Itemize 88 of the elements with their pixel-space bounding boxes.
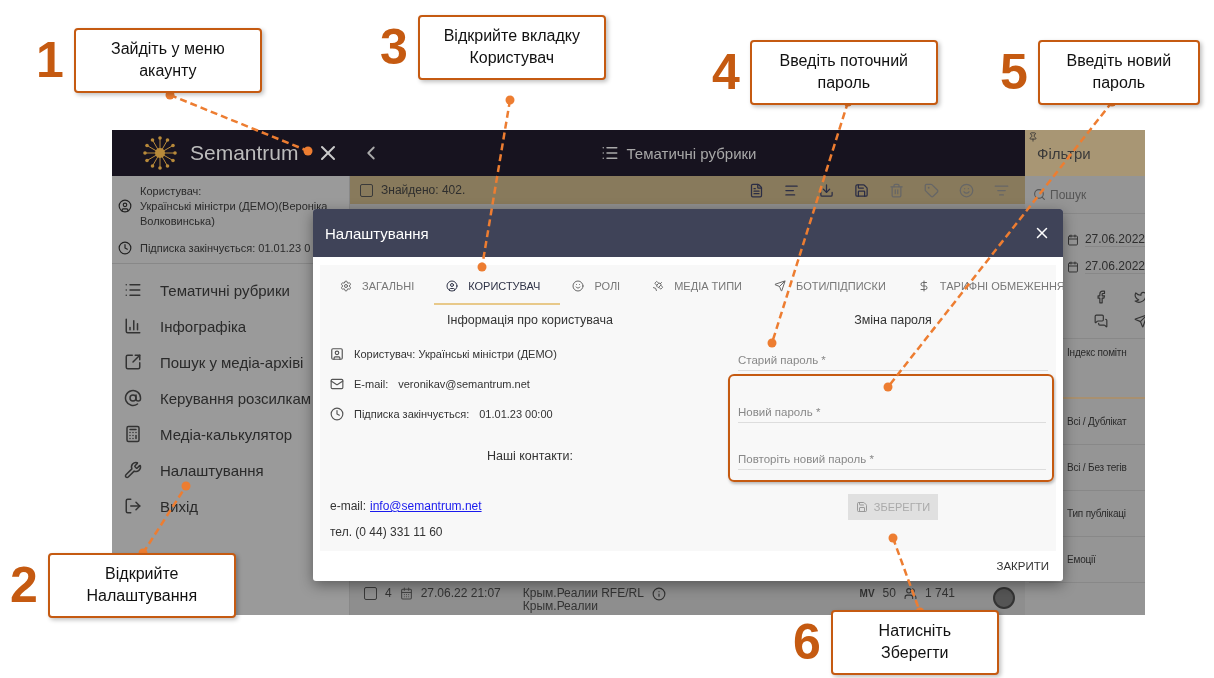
- filters-title: Фільтри: [1037, 145, 1091, 162]
- dollar-icon: [917, 280, 930, 292]
- step-number: 3: [380, 22, 408, 73]
- menu-item[interactable]: Налаштування: [112, 452, 349, 489]
- paper-plane-icon[interactable]: [1134, 314, 1145, 328]
- row-date: 27.06.22 21:07: [420, 587, 501, 600]
- mv-label: MV: [859, 587, 875, 600]
- calendar-icon: [399, 587, 413, 600]
- found-count: Знайдено: 402.: [381, 183, 466, 197]
- mail-icon: [330, 377, 344, 391]
- save-icon[interactable]: [854, 182, 869, 198]
- checkbox[interactable]: [360, 183, 373, 197]
- clock-icon: [118, 240, 132, 255]
- facebook-icon[interactable]: [1094, 290, 1108, 304]
- callout-text: Відкрийте Налаштування: [47, 553, 236, 618]
- password-field[interactable]: Старий пароль *: [738, 349, 1048, 371]
- logo-text: Semantrum: [190, 141, 299, 165]
- download-icon[interactable]: [819, 182, 834, 198]
- clock-icon: [330, 407, 344, 421]
- tab[interactable]: КОРИСТУВАЧ: [434, 269, 561, 305]
- step-number: 1: [36, 35, 64, 86]
- info-icon: [651, 587, 666, 601]
- calendar-icon: [1067, 232, 1079, 247]
- user-label: Користувач:: [140, 184, 203, 199]
- source-name: Крым.Реалии RFE/RL: [522, 587, 644, 600]
- callout-text: Натисніть Зберегти: [830, 610, 999, 675]
- step-number: 2: [10, 560, 38, 611]
- tab[interactable]: МЕДІА ТИПИ: [640, 269, 763, 305]
- step-number: 4: [712, 47, 740, 98]
- calendar-icon: [1067, 259, 1079, 274]
- header-title: Тематичні рубрики: [626, 144, 757, 162]
- phone-text: тел. (0 44) 331 11 60: [330, 525, 443, 539]
- email-link[interactable]: info@semantrum.net: [370, 499, 482, 513]
- section-title: Інформація про користувача: [447, 313, 613, 327]
- tab[interactable]: РОЛІ: [560, 269, 641, 305]
- gear-icon: [340, 280, 352, 292]
- satellite-icon: [652, 280, 665, 292]
- user-line: Користувач: Українські міністри (ДЕМО): [354, 348, 557, 360]
- subscription-text: Підписка закінчується: 01.01.23 0: [140, 240, 311, 256]
- callout-text: Відкрийте вкладку Користувач: [417, 15, 606, 80]
- logo-icon: [142, 135, 178, 171]
- list-icon: [600, 144, 619, 162]
- user-icon: [118, 199, 132, 214]
- dialog-title: Налаштування: [325, 224, 429, 242]
- chat-icon[interactable]: [1094, 314, 1108, 328]
- menu-item[interactable]: Інфографіка: [112, 308, 349, 345]
- callout-text: Введіть поточний пароль: [749, 40, 938, 105]
- external-link-icon: [124, 353, 142, 372]
- callout-text: Зайдіть у меню акаунту: [73, 28, 262, 93]
- paper-plane-icon: [774, 280, 787, 292]
- bar-chart-icon: [124, 317, 142, 336]
- wrench-icon: [124, 461, 142, 480]
- password-field[interactable]: Новий пароль *: [738, 401, 1046, 423]
- menu-item[interactable]: Медіа-калькулятор: [112, 416, 349, 453]
- password-field[interactable]: Повторіть новий пароль *: [738, 448, 1046, 470]
- user-icon: [446, 280, 459, 292]
- user-icon: [330, 347, 344, 361]
- audience-count: 1 741: [924, 587, 955, 600]
- twitter-icon[interactable]: [1134, 290, 1145, 304]
- contacts-title: Наші контакти:: [486, 449, 574, 463]
- tab[interactable]: БОТИ/ПІДПИСКИ: [762, 269, 906, 305]
- source-subtitle: Крым.Реалии: [522, 600, 599, 613]
- checkbox[interactable]: [364, 587, 377, 600]
- subscription-value: 01.01.23 00:00: [479, 408, 553, 420]
- lines-icon[interactable]: [784, 182, 799, 198]
- mv-value: 50: [882, 587, 896, 600]
- at-sign-icon: [124, 389, 142, 408]
- calculator-icon: [124, 425, 142, 444]
- step-number: 5: [1000, 47, 1028, 98]
- menu-item[interactable]: Керування розсилкам: [112, 380, 349, 417]
- date-field[interactable]: 27.06.2022: [1084, 232, 1145, 247]
- email-label: E-mail:: [354, 378, 389, 390]
- email-value: veronikav@semantrum.net: [398, 378, 530, 390]
- callout-text: Введіть новий пароль: [1037, 40, 1200, 105]
- menu-item[interactable]: Пошук у медіа-архіві: [112, 344, 349, 381]
- avatar: [993, 587, 1015, 609]
- search-icon: [1033, 188, 1046, 201]
- row-index: 4: [385, 587, 392, 600]
- section-title: Зміна пароля: [854, 313, 932, 327]
- logout-icon: [124, 497, 142, 516]
- smiley-icon: [572, 280, 585, 292]
- pin-icon: [1028, 132, 1038, 142]
- subscription-label: Підписка закінчується:: [354, 408, 470, 420]
- document-icon[interactable]: [749, 182, 764, 198]
- contact-email-label: e-mail:: [330, 499, 366, 513]
- step-number: 6: [793, 617, 821, 668]
- users-icon: [903, 587, 917, 600]
- date-field[interactable]: 27.06.2022: [1084, 259, 1145, 274]
